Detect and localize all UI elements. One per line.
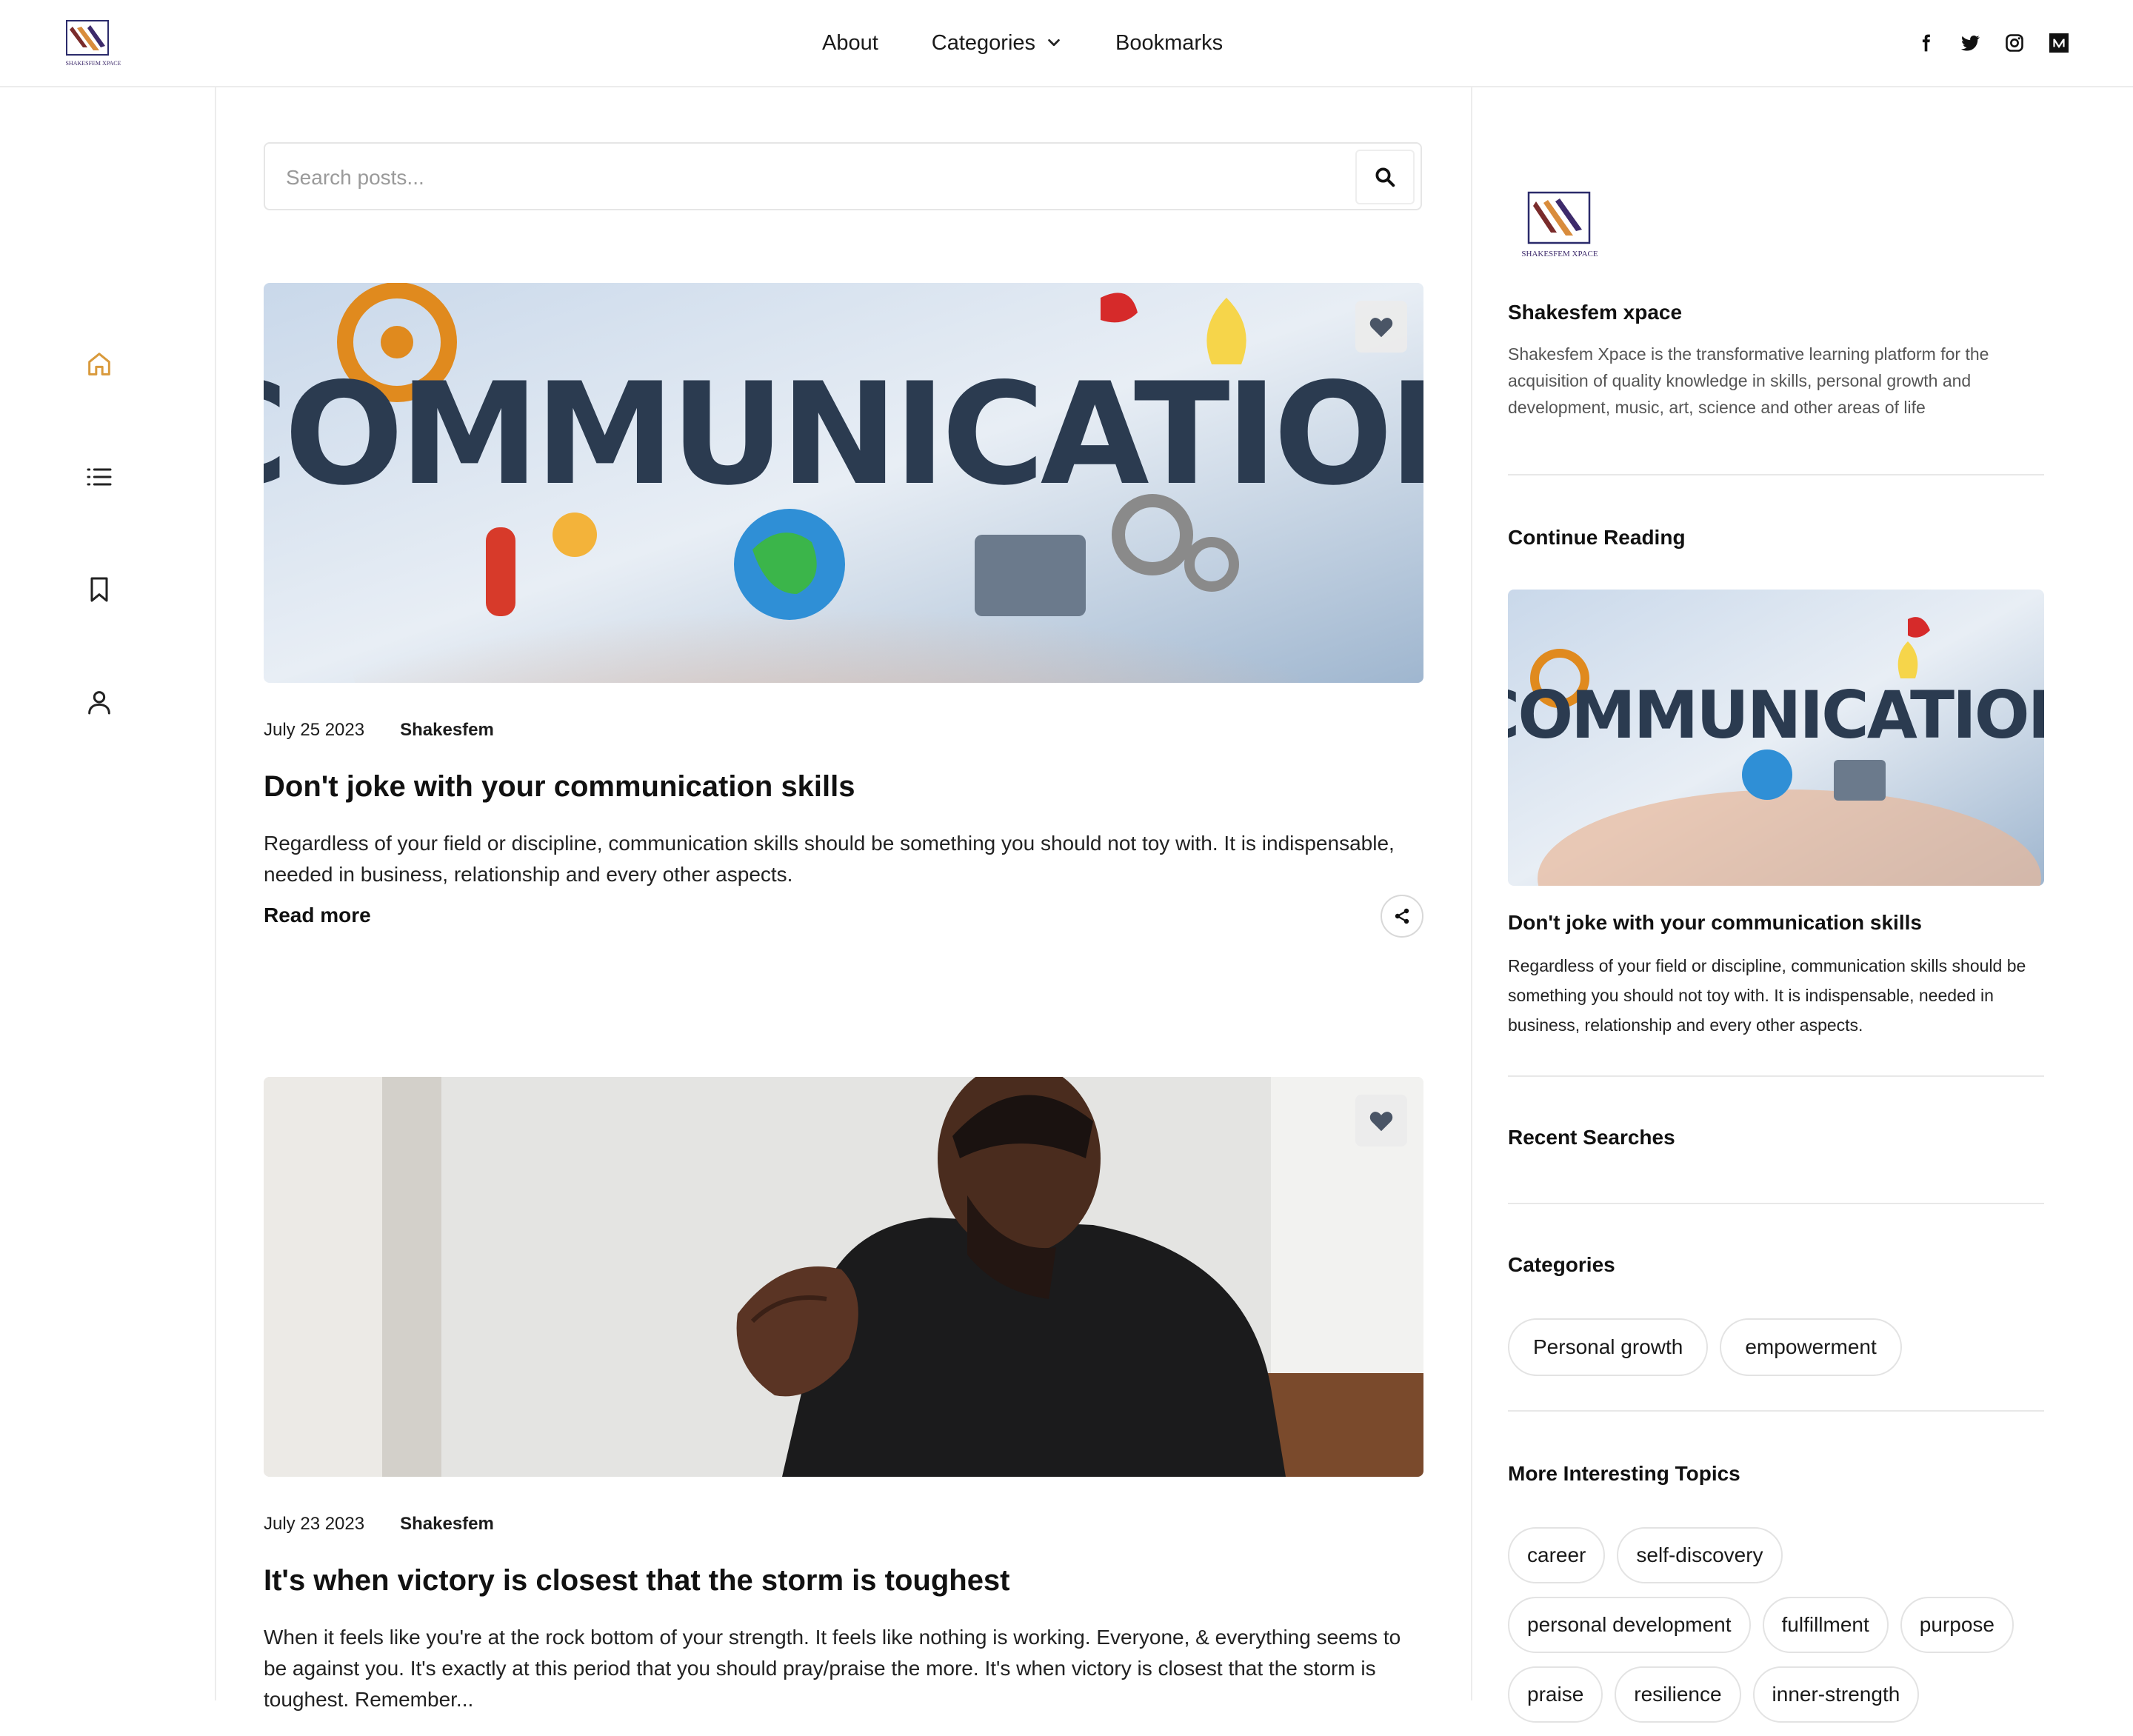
- nav-bookmarks-label: Bookmarks: [1115, 30, 1224, 55]
- topic-chip[interactable]: self-discovery: [1617, 1527, 1783, 1583]
- user-icon[interactable]: [83, 686, 116, 718]
- continue-reading-excerpt: Regardless of your field or discipline, …: [1508, 956, 2026, 1035]
- post-excerpt: Regardless of your field or discipline, …: [264, 832, 1395, 886]
- post-excerpt: When it feels like you're at the rock bo…: [264, 1626, 1401, 1711]
- post-meta: July 23 2023 Shakesfem: [264, 1514, 494, 1535]
- post-image[interactable]: [264, 1077, 1423, 1477]
- recent-searches-heading: Recent Searches: [1508, 1126, 1675, 1149]
- nav-categories-label: Categories: [931, 30, 1036, 55]
- nav-about-label: About: [822, 30, 878, 55]
- post-author[interactable]: Shakesfem: [400, 1514, 494, 1535]
- continue-reading-title[interactable]: Don't joke with your communication skill…: [1508, 911, 1922, 935]
- heart-icon: [1369, 318, 1393, 338]
- site-name: Shakesfem xpace: [1508, 301, 1683, 324]
- facebook-icon[interactable]: [1911, 28, 1940, 58]
- heart-icon: [1369, 1112, 1393, 1132]
- nav-about[interactable]: About: [822, 31, 878, 56]
- category-chips: Personal growth empowerment: [1508, 1318, 2044, 1376]
- nav-categories[interactable]: Categories: [932, 31, 1062, 56]
- post-title[interactable]: Don't joke with your communication skill…: [264, 770, 855, 804]
- topic-chips: career self-discovery personal developme…: [1508, 1527, 2044, 1736]
- sidebar-logo-text: SHAKESFEM XPACE: [1521, 250, 1598, 258]
- divider: [1508, 1203, 2044, 1204]
- category-chip[interactable]: Personal growth: [1508, 1318, 1709, 1376]
- main-nav: About Categories Bookmarks: [822, 0, 1276, 86]
- divider: [1508, 1075, 2044, 1077]
- home-icon[interactable]: [83, 348, 116, 381]
- post-date: July 25 2023: [264, 720, 365, 740]
- read-more-link[interactable]: Read more: [264, 904, 371, 927]
- topic-chip[interactable]: praise: [1508, 1666, 1603, 1723]
- search-bar: [264, 142, 1422, 210]
- logo-text: SHAKESFEM XPACE: [65, 60, 121, 67]
- nav-bookmarks[interactable]: Bookmarks: [1115, 31, 1223, 56]
- search-input[interactable]: [284, 158, 1309, 197]
- topic-chip[interactable]: purpose: [1900, 1597, 2014, 1653]
- like-button[interactable]: [1355, 1095, 1407, 1146]
- post-image-text: COMMUNICATION: [264, 353, 1423, 516]
- instagram-icon[interactable]: [2000, 28, 2029, 58]
- post-title[interactable]: It's when victory is closest that the st…: [264, 1564, 1010, 1598]
- continue-reading-image[interactable]: COMMUNICATION: [1508, 590, 2044, 886]
- top-navbar: SHAKESFEM XPACE About Categories Bookmar…: [0, 0, 2133, 87]
- category-chip[interactable]: empowerment: [1720, 1318, 1902, 1376]
- share-button[interactable]: [1381, 895, 1423, 938]
- divider: [1508, 474, 2044, 475]
- list-icon[interactable]: [83, 461, 116, 493]
- social-links: [1896, 28, 2074, 58]
- post-date: July 23 2023: [264, 1514, 365, 1534]
- site-logo[interactable]: SHAKESFEM XPACE: [62, 18, 124, 70]
- topic-chip[interactable]: career: [1508, 1527, 1606, 1583]
- medium-icon[interactable]: [2044, 28, 2074, 58]
- search-button[interactable]: [1355, 150, 1415, 204]
- bookmark-icon[interactable]: [83, 573, 116, 606]
- topic-chip[interactable]: personal development: [1508, 1597, 1751, 1653]
- topic-chip[interactable]: fulfillment: [1762, 1597, 1889, 1653]
- post-meta: July 25 2023 Shakesfem: [264, 720, 494, 741]
- categories-heading: Categories: [1508, 1253, 1615, 1276]
- share-icon: [1395, 908, 1409, 924]
- continue-reading-image-text: COMMUNICATION: [1508, 677, 2044, 753]
- post-image[interactable]: COMMUNICATION: [264, 283, 1423, 683]
- search-icon: [1375, 167, 1395, 187]
- left-icon-rail: [0, 86, 216, 1700]
- chevron-down-icon: [1048, 39, 1060, 47]
- like-button[interactable]: [1355, 301, 1407, 353]
- twitter-icon[interactable]: [1955, 28, 1985, 58]
- site-description: Shakesfem Xpace is the transformative le…: [1508, 344, 1989, 417]
- continue-reading-heading: Continue Reading: [1508, 526, 1686, 549]
- topics-heading: More Interesting Topics: [1508, 1462, 1740, 1485]
- topic-chip[interactable]: resilience: [1615, 1666, 1741, 1723]
- post-author[interactable]: Shakesfem: [400, 720, 494, 741]
- topic-chip[interactable]: inner-strength: [1752, 1666, 1920, 1723]
- divider: [1508, 1410, 2044, 1412]
- sidebar-divider: [1471, 86, 1472, 1700]
- sidebar-logo: SHAKESFEM XPACE: [1517, 190, 1606, 261]
